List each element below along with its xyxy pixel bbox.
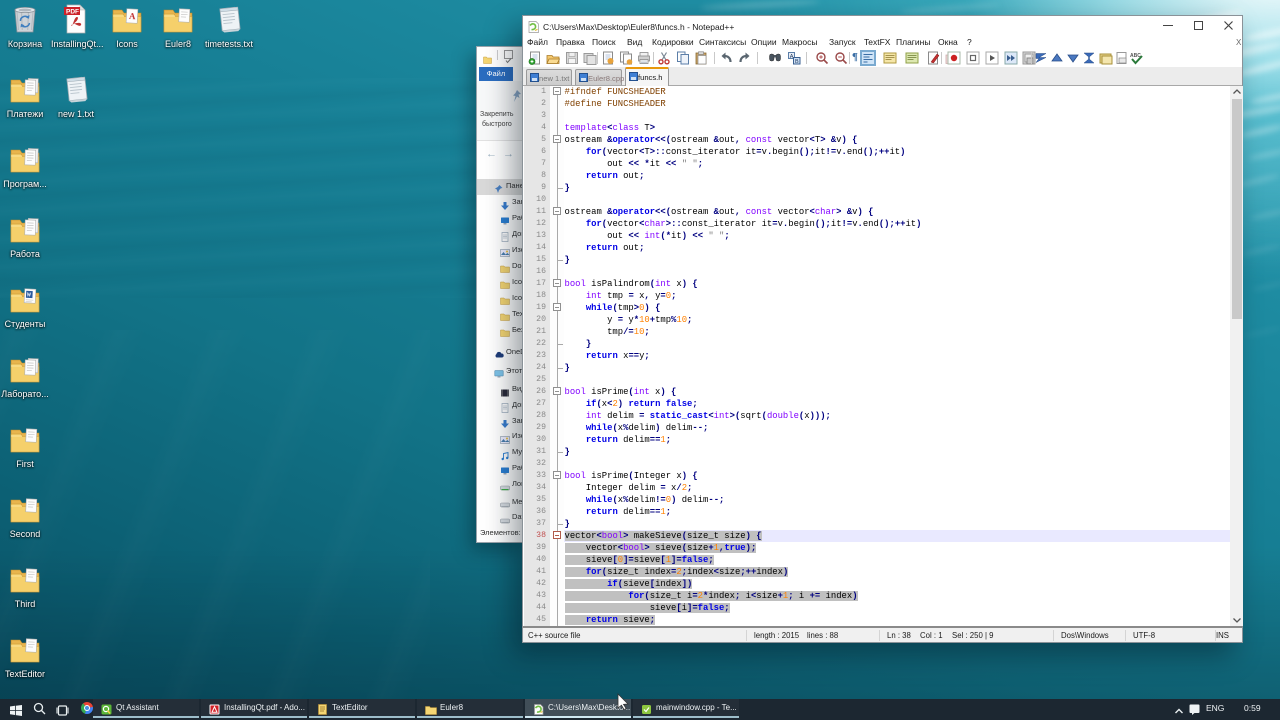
svg-text:А: А — [129, 11, 137, 21]
svg-text:PDF: PDF — [66, 9, 79, 16]
svg-text:B: B — [795, 59, 799, 65]
